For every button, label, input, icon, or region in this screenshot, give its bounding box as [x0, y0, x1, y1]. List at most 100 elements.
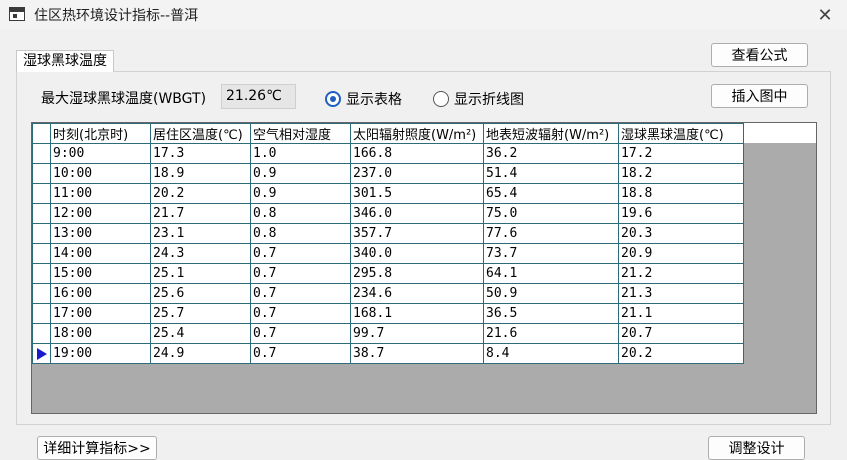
grid-cell[interactable]: 25.6: [150, 283, 251, 304]
grid-cell[interactable]: 50.9: [483, 283, 619, 304]
grid-cell[interactable]: 16:00: [50, 283, 151, 304]
grid-cell[interactable]: 237.0: [350, 163, 484, 184]
row-header-cell[interactable]: [32, 263, 51, 284]
grid-cell[interactable]: 36.2: [483, 143, 619, 164]
grid-cell[interactable]: 65.4: [483, 183, 619, 204]
grid-cell[interactable]: 21.7: [150, 203, 251, 224]
grid-cell[interactable]: 0.7: [250, 303, 351, 324]
grid-cell[interactable]: 0.7: [250, 283, 351, 304]
table-row[interactable]: 16:00 25.6 0.7 234.6 50.9 21.3: [32, 283, 744, 304]
table-row[interactable]: 19:00 24.9 0.7 38.7 8.4 20.2: [32, 343, 744, 364]
grid-cell[interactable]: 19:00: [50, 343, 151, 364]
row-header-cell[interactable]: [32, 343, 51, 364]
grid-cell[interactable]: 77.6: [483, 223, 619, 244]
grid-cell[interactable]: 17:00: [50, 303, 151, 324]
row-header-cell[interactable]: [32, 183, 51, 204]
data-grid[interactable]: 时刻(北京时) 居住区温度(℃) 空气相对湿度 太阳辐射照度(W/m²) 地表短…: [31, 122, 817, 414]
grid-cell[interactable]: 20.2: [618, 343, 744, 364]
grid-cell[interactable]: 18.9: [150, 163, 251, 184]
table-row[interactable]: 13:00 23.1 0.8 357.7 77.6 20.3: [32, 223, 744, 244]
grid-cell[interactable]: 24.9: [150, 343, 251, 364]
grid-cell[interactable]: 64.1: [483, 263, 619, 284]
column-header[interactable]: 时刻(北京时): [50, 123, 151, 144]
grid-cell[interactable]: 19.6: [618, 203, 744, 224]
grid-cell[interactable]: 11:00: [50, 183, 151, 204]
view-formula-button[interactable]: 查看公式: [711, 43, 808, 67]
grid-cell[interactable]: 18.8: [618, 183, 744, 204]
grid-cell[interactable]: 1.0: [250, 143, 351, 164]
grid-cell[interactable]: 12:00: [50, 203, 151, 224]
table-row[interactable]: 14:00 24.3 0.7 340.0 73.7 20.9: [32, 243, 744, 264]
adjust-design-button[interactable]: 调整设计: [708, 436, 805, 460]
grid-cell[interactable]: 17.2: [618, 143, 744, 164]
grid-cell[interactable]: 357.7: [350, 223, 484, 244]
grid-cell[interactable]: 0.7: [250, 243, 351, 264]
grid-cell[interactable]: 17.3: [150, 143, 251, 164]
row-header-cell[interactable]: [32, 323, 51, 344]
grid-cell[interactable]: 9:00: [50, 143, 151, 164]
grid-cell[interactable]: 0.8: [250, 203, 351, 224]
table-row[interactable]: 9:00 17.3 1.0 166.8 36.2 17.2: [32, 143, 744, 164]
grid-cell[interactable]: 234.6: [350, 283, 484, 304]
grid-cell[interactable]: 20.3: [618, 223, 744, 244]
grid-cell[interactable]: 166.8: [350, 143, 484, 164]
grid-cell[interactable]: 51.4: [483, 163, 619, 184]
close-icon[interactable]: ✕: [809, 2, 841, 28]
grid-cell[interactable]: 340.0: [350, 243, 484, 264]
table-row[interactable]: 11:00 20.2 0.9 301.5 65.4 18.8: [32, 183, 744, 204]
grid-cell[interactable]: 15:00: [50, 263, 151, 284]
grid-cell[interactable]: 0.9: [250, 163, 351, 184]
row-header-cell[interactable]: [32, 163, 51, 184]
grid-cell[interactable]: 8.4: [483, 343, 619, 364]
grid-cell[interactable]: 21.1: [618, 303, 744, 324]
grid-cell[interactable]: 10:00: [50, 163, 151, 184]
grid-cell[interactable]: 168.1: [350, 303, 484, 324]
show-line-chart-radio[interactable]: 显示折线图: [433, 89, 524, 109]
grid-cell[interactable]: 75.0: [483, 203, 619, 224]
group-tab-wbgt[interactable]: 湿球黑球温度: [16, 50, 114, 72]
grid-cell[interactable]: 0.9: [250, 183, 351, 204]
table-row[interactable]: 17:00 25.7 0.7 168.1 36.5 21.1: [32, 303, 744, 324]
table-row[interactable]: 15:00 25.1 0.7 295.8 64.1 21.2: [32, 263, 744, 284]
grid-cell[interactable]: 14:00: [50, 243, 151, 264]
grid-cell[interactable]: 18.2: [618, 163, 744, 184]
grid-cell[interactable]: 24.3: [150, 243, 251, 264]
row-header-cell[interactable]: [32, 223, 51, 244]
grid-cell[interactable]: 73.7: [483, 243, 619, 264]
details-button[interactable]: 详细计算指标>>: [37, 436, 157, 460]
column-header[interactable]: 地表短波辐射(W/m²): [483, 123, 619, 144]
grid-cell[interactable]: 13:00: [50, 223, 151, 244]
grid-cell[interactable]: 301.5: [350, 183, 484, 204]
column-header[interactable]: 空气相对湿度: [250, 123, 351, 144]
grid-cell[interactable]: 21.6: [483, 323, 619, 344]
grid-cell[interactable]: 25.7: [150, 303, 251, 324]
row-header-cell[interactable]: [32, 283, 51, 304]
grid-cell[interactable]: 18:00: [50, 323, 151, 344]
grid-cell[interactable]: 346.0: [350, 203, 484, 224]
insert-figure-button[interactable]: 插入图中: [711, 84, 808, 108]
show-table-radio[interactable]: 显示表格: [325, 89, 402, 109]
row-header-cell[interactable]: [32, 203, 51, 224]
grid-cell[interactable]: 21.2: [618, 263, 744, 284]
table-row[interactable]: 12:00 21.7 0.8 346.0 75.0 19.6: [32, 203, 744, 224]
grid-cell[interactable]: 20.7: [618, 323, 744, 344]
row-header-cell[interactable]: [32, 143, 51, 164]
grid-cell[interactable]: 25.4: [150, 323, 251, 344]
column-header[interactable]: 太阳辐射照度(W/m²): [350, 123, 484, 144]
grid-cell[interactable]: 0.7: [250, 323, 351, 344]
grid-cell[interactable]: 0.8: [250, 223, 351, 244]
column-header[interactable]: 居住区温度(℃): [150, 123, 251, 144]
grid-cell[interactable]: 36.5: [483, 303, 619, 324]
grid-cell[interactable]: 0.7: [250, 263, 351, 284]
grid-cell[interactable]: 295.8: [350, 263, 484, 284]
column-header[interactable]: 湿球黑球温度(℃): [618, 123, 744, 144]
grid-cell[interactable]: 0.7: [250, 343, 351, 364]
table-row[interactable]: 18:00 25.4 0.7 99.7 21.6 20.7: [32, 323, 744, 344]
grid-cell[interactable]: 21.3: [618, 283, 744, 304]
grid-cell[interactable]: 38.7: [350, 343, 484, 364]
grid-cell[interactable]: 20.9: [618, 243, 744, 264]
grid-cell[interactable]: 23.1: [150, 223, 251, 244]
grid-cell[interactable]: 20.2: [150, 183, 251, 204]
table-row[interactable]: 10:00 18.9 0.9 237.0 51.4 18.2: [32, 163, 744, 184]
row-header-cell[interactable]: [32, 243, 51, 264]
